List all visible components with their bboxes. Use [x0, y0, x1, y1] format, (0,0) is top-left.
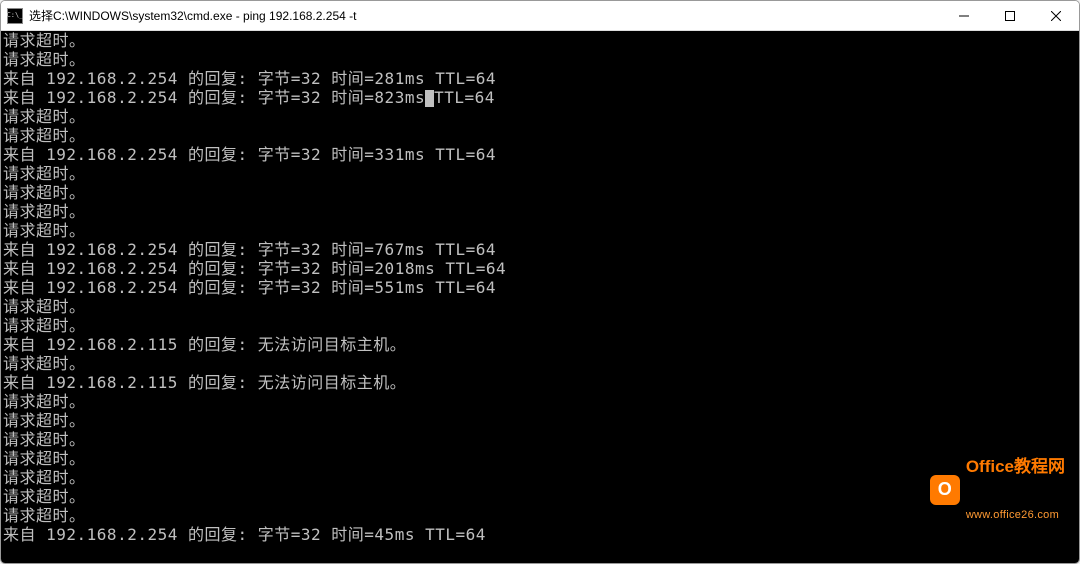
console-line: 来自 192.168.2.254 的回复: 字节=32 时间=281ms TTL… [3, 69, 1077, 88]
console-line: 请求超时。 [3, 202, 1077, 221]
close-button[interactable] [1033, 1, 1079, 30]
console-line: 请求超时。 [3, 297, 1077, 316]
console-line: 请求超时。 [3, 126, 1077, 145]
console-line: 请求超时。 [3, 430, 1077, 449]
console-line: 请求超时。 [3, 316, 1077, 335]
console-line: 请求超时。 [3, 164, 1077, 183]
console-line: 请求超时。 [3, 487, 1077, 506]
window-controls [941, 1, 1079, 30]
title-bar[interactable]: 选择C:\WINDOWS\system32\cmd.exe - ping 192… [1, 1, 1079, 31]
console-line: 来自 192.168.2.254 的回复: 字节=32 时间=767ms TTL… [3, 240, 1077, 259]
maximize-icon [1005, 11, 1015, 21]
maximize-button[interactable] [987, 1, 1033, 30]
console-line: 请求超时。 [3, 449, 1077, 468]
console-line: 来自 192.168.2.254 的回复: 字节=32 时间=823msTTL=… [3, 88, 1077, 107]
close-icon [1051, 11, 1061, 21]
console-line: 请求超时。 [3, 468, 1077, 487]
console-line: 来自 192.168.2.115 的回复: 无法访问目标主机。 [3, 335, 1077, 354]
console-line: 请求超时。 [3, 221, 1077, 240]
minimize-button[interactable] [941, 1, 987, 30]
console-line: 请求超时。 [3, 31, 1077, 50]
console-line: 来自 192.168.2.254 的回复: 字节=32 时间=551ms TTL… [3, 278, 1077, 297]
window-title: 选择C:\WINDOWS\system32\cmd.exe - ping 192… [29, 7, 941, 24]
cmd-window: 选择C:\WINDOWS\system32\cmd.exe - ping 192… [0, 0, 1080, 564]
text-cursor [425, 90, 434, 107]
console-line: 来自 192.168.2.254 的回复: 字节=32 时间=2018ms TT… [3, 259, 1077, 278]
minimize-icon [959, 11, 969, 21]
console-line: 请求超时。 [3, 392, 1077, 411]
cmd-icon [7, 8, 23, 24]
console-line: 请求超时。 [3, 107, 1077, 126]
console-output[interactable]: 请求超时。请求超时。来自 192.168.2.254 的回复: 字节=32 时间… [1, 31, 1079, 563]
console-line: 请求超时。 [3, 506, 1077, 525]
console-line: 来自 192.168.2.115 的回复: 无法访问目标主机。 [3, 373, 1077, 392]
console-line: 请求超时。 [3, 183, 1077, 202]
console-line: 请求超时。 [3, 411, 1077, 430]
console-line: 请求超时。 [3, 50, 1077, 69]
console-line: 请求超时。 [3, 354, 1077, 373]
console-line: 来自 192.168.2.254 的回复: 字节=32 时间=331ms TTL… [3, 145, 1077, 164]
console-line: 来自 192.168.2.254 的回复: 字节=32 时间=45ms TTL=… [3, 525, 1077, 544]
